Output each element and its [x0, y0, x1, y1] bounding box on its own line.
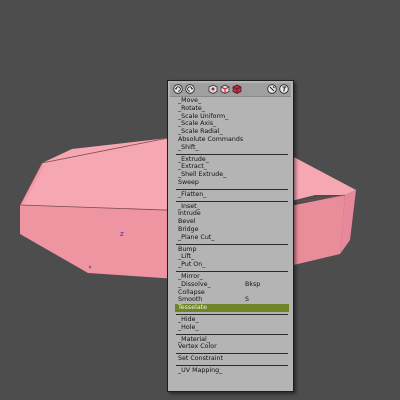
menu-item-label: Collapse: [178, 288, 205, 296]
menu-item[interactable]: _Put On_: [175, 261, 289, 269]
menu-item[interactable]: Bridge: [175, 226, 289, 234]
menu-item-label: _Hide_: [178, 315, 199, 323]
menu-item[interactable]: Smooth S: [175, 296, 289, 304]
menu-item-shortcut: Bksp: [245, 280, 261, 288]
menu-item-label: Smooth: [178, 296, 203, 304]
menu-item[interactable]: Bump: [175, 246, 289, 254]
menu-item-label: _Scale Uniform_: [178, 112, 229, 120]
rotate-left-icon[interactable]: [173, 84, 183, 94]
menu-item[interactable]: _Lift_: [175, 253, 289, 261]
menu-item-shortcut: S: [245, 296, 249, 304]
menu-item-label: Vertex Color: [178, 343, 217, 351]
menu-item-label: Absolute Commands: [178, 135, 244, 143]
menu-item-label: _Scale Axis_: [178, 120, 217, 128]
menu-item[interactable]: _Scale Axis_: [175, 120, 289, 128]
face-select-icon[interactable]: [232, 84, 242, 94]
menu-item-label: _Plane Cut_: [178, 233, 215, 241]
menu-item-label: _Flatten_: [178, 190, 207, 198]
menu-item[interactable]: _UV Mapping_: [175, 367, 289, 375]
menu-item-label: _Dissolve_: [178, 280, 211, 288]
menu-item-label: Bridge: [178, 225, 199, 233]
menu-item[interactable]: _Shift_: [175, 144, 289, 152]
vertex-select-icon[interactable]: [208, 84, 218, 94]
center-marker: z: [120, 230, 124, 238]
menu-item-label: Tesselate: [178, 304, 208, 312]
menu-item[interactable]: _Hide_: [175, 316, 289, 324]
menu-item[interactable]: _Rotate_: [175, 105, 289, 113]
menu-items-list: _Move_ _Rotate_ _Scale Uniform_ _Scale Axis…: [175, 97, 289, 375]
menu-item[interactable]: _Inset_: [175, 203, 289, 211]
menu-item-label: _Put On_: [178, 261, 206, 269]
menu-item-label: Sweep: [178, 178, 199, 186]
menu-item-label: Bevel: [178, 218, 196, 226]
menu-item-label: _UV Mapping_: [178, 366, 223, 374]
menu-item-label: _Move_: [178, 97, 202, 104]
menu-item[interactable]: _Move_: [175, 97, 289, 105]
menu-item[interactable]: _Scale Radial_: [175, 128, 289, 136]
menu-item[interactable]: _Plane Cut_: [175, 234, 289, 242]
menu-item[interactable]: _Dissolve_ Bksp: [175, 281, 289, 289]
menu-item[interactable]: Absolute Commands: [175, 136, 289, 144]
menu-item-label: _Lift_: [178, 253, 195, 261]
menu-item-label: _Scale Radial_: [178, 128, 223, 136]
edge-select-icon[interactable]: [220, 84, 230, 94]
help-icon[interactable]: [279, 84, 289, 94]
menu-item-label: _Inset_: [178, 202, 200, 210]
menu-item-label: Bump: [178, 245, 197, 253]
menu-item-label: Intrude: [178, 210, 201, 218]
menu-item-label: _Mirror_: [178, 272, 203, 280]
menu-item[interactable]: _Flatten_: [175, 191, 289, 199]
menu-item-label: _Rotate_: [178, 104, 205, 112]
menu-item-label: _Hole_: [178, 323, 199, 331]
tools-popup-menu: _Move_ _Rotate_ _Scale Uniform_ _Scale Axis…: [167, 80, 294, 392]
menu-item-label: _Shift_: [178, 143, 199, 151]
menu-item[interactable]: _Hole_: [175, 324, 289, 332]
menu-item[interactable]: Tesselate: [175, 304, 289, 312]
menu-item-label: _Extrude_: [178, 155, 209, 163]
pin-icon[interactable]: [267, 84, 277, 94]
menu-item[interactable]: _Material_: [175, 336, 289, 344]
menu-item-label: Set Constraint: [178, 355, 223, 363]
menu-item-label: _Extract_: [178, 163, 207, 171]
menu-item[interactable]: Bevel: [175, 218, 289, 226]
menu-item[interactable]: Intrude: [175, 210, 289, 218]
menu-item[interactable]: _Scale Uniform_: [175, 113, 289, 121]
menu-item-label: _Shell Extrude_: [178, 171, 227, 179]
menu-item[interactable]: _Shell Extrude_: [175, 171, 289, 179]
menu-header: [170, 83, 291, 97]
menu-item[interactable]: Vertex Color: [175, 343, 289, 351]
menu-item[interactable]: Sweep: [175, 179, 289, 187]
menu-item[interactable]: Set Constraint: [175, 355, 289, 363]
menu-item[interactable]: _Mirror_: [175, 273, 289, 281]
menu-item[interactable]: _Extract_: [175, 163, 289, 171]
menu-item-label: _Material_: [178, 335, 210, 343]
rotate-right-icon[interactable]: [185, 84, 195, 94]
menu-item[interactable]: _Extrude_: [175, 156, 289, 164]
vertex-dot: [88, 265, 92, 269]
menu-item[interactable]: Collapse: [175, 289, 289, 297]
